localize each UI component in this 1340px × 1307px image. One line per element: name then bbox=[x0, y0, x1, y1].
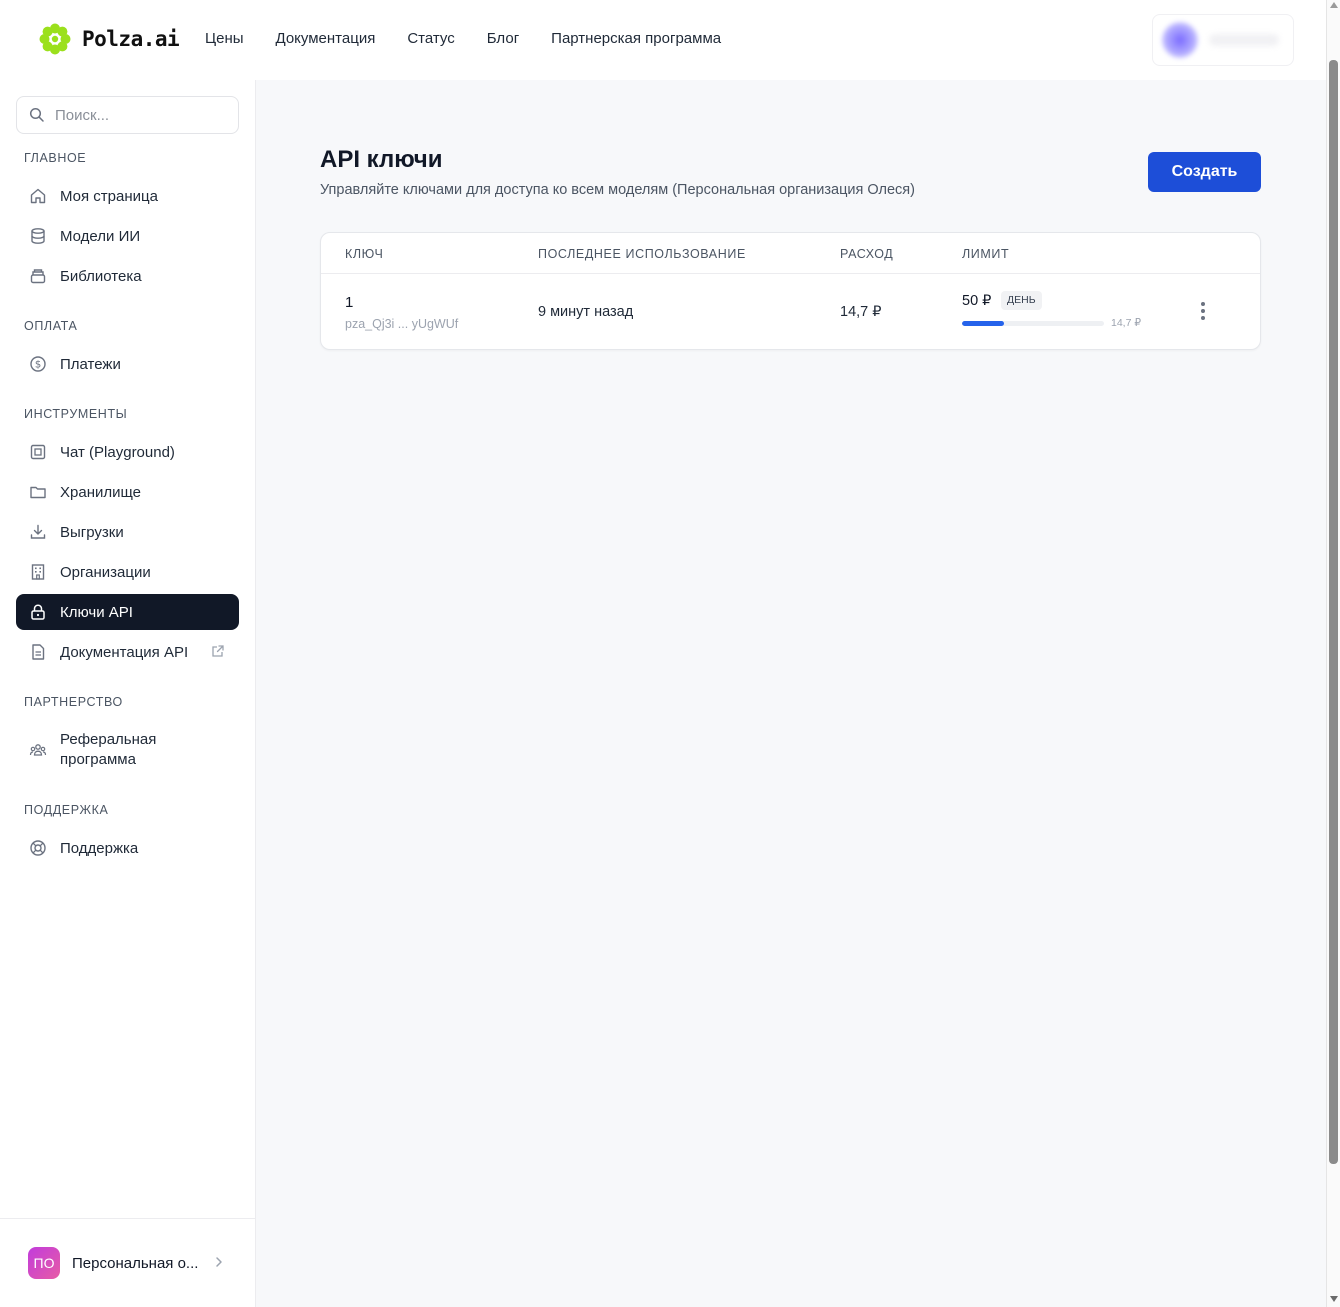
sidebar-item-storage[interactable]: Хранилище bbox=[16, 474, 239, 510]
users-group-icon bbox=[28, 740, 48, 760]
home-icon bbox=[28, 186, 48, 206]
more-dot-icon bbox=[1201, 302, 1205, 306]
section-title-tools: ИНСТРУМЕНТЫ bbox=[24, 407, 128, 421]
more-dot-icon bbox=[1201, 309, 1205, 313]
limit-progress-fill bbox=[962, 321, 1004, 326]
column-header-key: КЛЮЧ bbox=[345, 247, 384, 261]
sidebar-item-label: Библиотека bbox=[60, 267, 142, 285]
nav-link-blog[interactable]: Блог bbox=[487, 30, 519, 47]
top-header: Polza.ai Цены Документация Статус Блог П… bbox=[0, 0, 1326, 80]
sidebar-item-api-keys[interactable]: Ключи API bbox=[16, 594, 239, 630]
sidebar-item-label: Моя страница bbox=[60, 187, 158, 205]
scroll-thumb[interactable] bbox=[1329, 60, 1338, 1164]
more-dot-icon bbox=[1201, 316, 1205, 320]
user-menu[interactable] bbox=[1152, 14, 1294, 66]
search-box[interactable] bbox=[16, 96, 239, 134]
column-header-last-used: ПОСЛЕДНЕЕ ИСПОЛЬЗОВАНИЕ bbox=[538, 247, 746, 261]
key-spend: 14,7 ₽ bbox=[840, 304, 882, 320]
limit-progress-bar bbox=[962, 321, 1104, 326]
section-title-support: ПОДДЕРЖКА bbox=[24, 803, 109, 817]
sidebar: ГЛАВНОЕ Моя страница Модели ИИ Библиотек… bbox=[0, 80, 256, 1307]
column-header-spend: РАСХОД bbox=[840, 247, 894, 261]
sidebar-item-exports[interactable]: Выгрузки bbox=[16, 514, 239, 550]
flower-logo-icon bbox=[39, 23, 71, 55]
sidebar-item-label: Организации bbox=[60, 563, 151, 581]
database-icon bbox=[28, 226, 48, 246]
sidebar-item-label: Ключи API bbox=[60, 603, 133, 621]
key-masked-value: pza_Qj3i ... yUgWUf bbox=[345, 317, 459, 331]
chevron-right-icon bbox=[212, 1255, 226, 1274]
sidebar-item-support[interactable]: Поддержка bbox=[16, 830, 239, 866]
folder-icon bbox=[28, 482, 48, 502]
org-avatar: ПО bbox=[28, 1247, 60, 1279]
sidebar-item-chat[interactable]: Чат (Playground) bbox=[16, 434, 239, 470]
sidebar-item-label: Документация API bbox=[60, 643, 189, 661]
document-icon bbox=[28, 642, 48, 662]
archive-icon bbox=[28, 266, 48, 286]
sidebar-item-my-page[interactable]: Моя страница bbox=[16, 178, 239, 214]
sidebar-item-ai-models[interactable]: Модели ИИ bbox=[16, 218, 239, 254]
sidebar-item-library[interactable]: Библиотека bbox=[16, 258, 239, 294]
row-more-menu-button[interactable] bbox=[1193, 299, 1213, 323]
section-title-payment: ОПЛАТА bbox=[24, 319, 78, 333]
scroll-down-arrow-icon[interactable] bbox=[1330, 1296, 1338, 1302]
square-icon bbox=[28, 442, 48, 462]
key-last-used: 9 минут назад bbox=[538, 304, 634, 320]
search-input[interactable] bbox=[55, 106, 225, 124]
page-subtitle: Управляйте ключами для доступа ко всем м… bbox=[320, 182, 915, 198]
download-icon bbox=[28, 522, 48, 542]
search-icon bbox=[29, 107, 44, 122]
key-limit: 50 ₽ bbox=[962, 293, 992, 309]
sidebar-item-label: Выгрузки bbox=[60, 523, 124, 541]
page-title: API ключи bbox=[320, 146, 443, 173]
create-key-button[interactable]: Создать bbox=[1148, 152, 1261, 192]
user-name-redacted bbox=[1209, 34, 1279, 46]
nav-link-partner[interactable]: Партнерская программа bbox=[551, 30, 721, 47]
sidebar-item-api-docs[interactable]: Документация API bbox=[16, 634, 239, 670]
section-title-main: ГЛАВНОЕ bbox=[24, 151, 87, 165]
lock-icon bbox=[28, 602, 48, 622]
key-name: 1 bbox=[345, 294, 354, 311]
org-name: Персональная о... bbox=[72, 1254, 199, 1272]
sidebar-item-referral[interactable]: Реферальная программа bbox=[16, 726, 239, 774]
brand-logo[interactable]: Polza.ai bbox=[38, 22, 180, 56]
table-divider bbox=[321, 273, 1260, 274]
sidebar-item-label: Реферальная программа bbox=[60, 731, 157, 768]
sidebar-item-label: Хранилище bbox=[60, 483, 141, 501]
sidebar-item-label: Модели ИИ bbox=[60, 227, 141, 245]
dollar-circle-icon: $ bbox=[28, 354, 48, 374]
sidebar-footer: ПО Персональная о... bbox=[0, 1218, 256, 1307]
brand-name: Polza.ai bbox=[82, 27, 180, 51]
sidebar-item-label: Платежи bbox=[60, 355, 121, 373]
top-nav: Цены Документация Статус Блог Партнерска… bbox=[205, 30, 721, 47]
limit-period-badge: ДЕНЬ bbox=[1001, 291, 1042, 310]
page-scrollbar[interactable] bbox=[1326, 0, 1340, 1307]
api-keys-table: КЛЮЧ ПОСЛЕДНЕЕ ИСПОЛЬЗОВАНИЕ РАСХОД ЛИМИ… bbox=[320, 232, 1261, 350]
avatar bbox=[1161, 21, 1199, 59]
nav-link-prices[interactable]: Цены bbox=[205, 30, 244, 47]
main-content: API ключи Управляйте ключами для доступа… bbox=[256, 80, 1326, 1307]
sidebar-item-payments[interactable]: $ Платежи bbox=[16, 346, 239, 382]
sidebar-item-label: Чат (Playground) bbox=[60, 443, 175, 461]
org-switcher[interactable]: ПО Персональная о... bbox=[28, 1247, 228, 1279]
building-icon bbox=[28, 562, 48, 582]
column-header-limit: ЛИМИТ bbox=[962, 247, 1010, 261]
lifebuoy-icon bbox=[28, 838, 48, 858]
scroll-up-arrow-icon[interactable] bbox=[1330, 2, 1338, 8]
svg-text:$: $ bbox=[35, 360, 41, 371]
section-title-partnership: ПАРТНЕРСТВО bbox=[24, 695, 123, 709]
nav-link-docs[interactable]: Документация bbox=[276, 30, 376, 47]
limit-used-amount: 14,7 ₽ bbox=[1111, 317, 1142, 329]
sidebar-item-label: Поддержка bbox=[60, 839, 139, 857]
nav-link-status[interactable]: Статус bbox=[407, 30, 454, 47]
external-link-icon bbox=[211, 644, 225, 663]
sidebar-item-organizations[interactable]: Организации bbox=[16, 554, 239, 590]
